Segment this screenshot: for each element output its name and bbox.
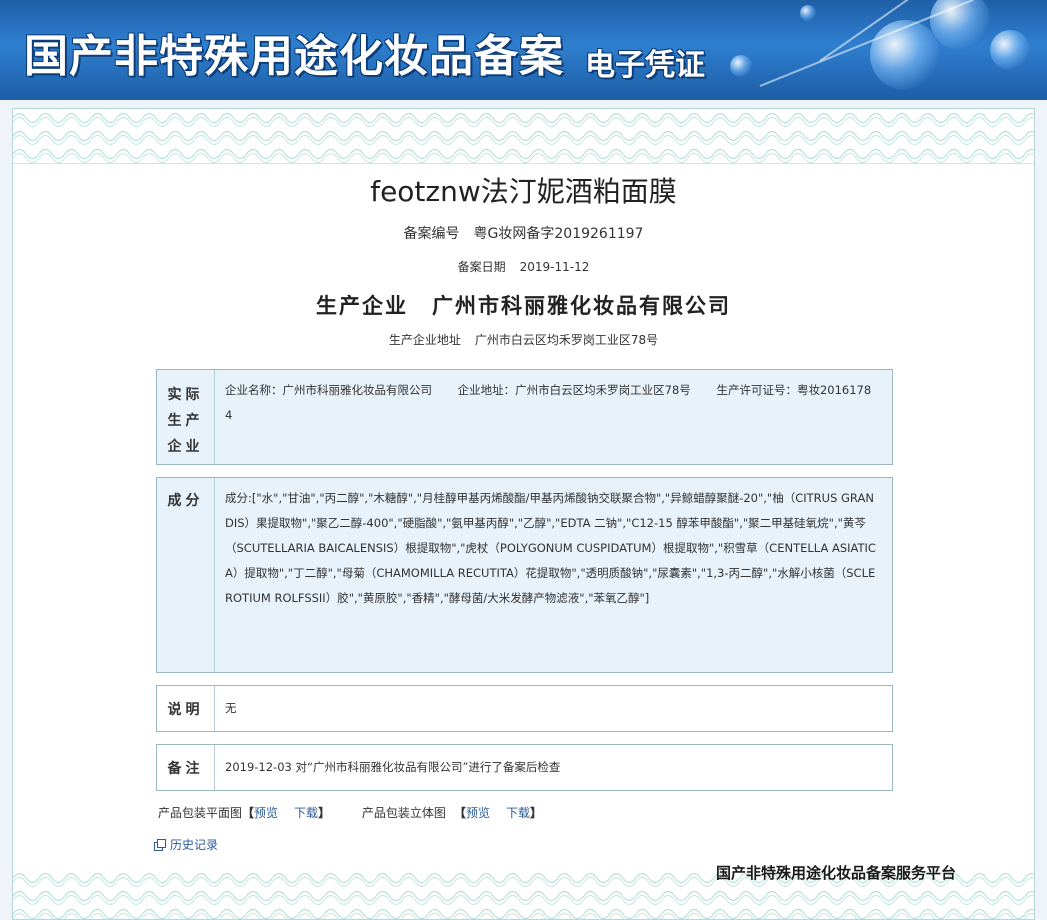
section-label: 说明: [157, 686, 215, 731]
manufacturer-name: 企业名称：广州市科丽雅化妆品有限公司: [225, 383, 432, 397]
producer-address-label: 生产企业地址: [388, 333, 461, 347]
history-link-label: 历史记录: [170, 838, 219, 852]
manufacturer-address: 企业地址：广州市白云区均禾罗岗工业区78号: [457, 383, 691, 397]
actual-manufacturer-section: 实际 生产 企业 企业名称：广州市科丽雅化妆品有限公司 企业地址：广州市白云区均…: [156, 369, 893, 465]
solid-package-label: 产品包装立体图: [361, 806, 446, 820]
decorative-bubble: [930, 0, 990, 50]
record-number-label: 备案编号: [403, 226, 460, 242]
section-label: 实际 生产 企业: [157, 370, 215, 464]
solid-package-group: 产品包装立体图 【预览 下载】: [361, 806, 542, 820]
section-label: 备注: [157, 745, 215, 790]
description-text: 无: [225, 701, 237, 715]
product-name: feotznw法汀妮酒粕面膜: [370, 175, 677, 208]
flat-package-download-link[interactable]: 下载: [294, 806, 318, 820]
decorative-bubble: [870, 20, 940, 90]
producer-line: 生产企业 广州市科丽雅化妆品有限公司: [12, 290, 1035, 320]
banner-title: 国产非特殊用途化妆品备案: [24, 31, 564, 82]
producer-address-value: 广州市白云区均禾罗岗工业区78号: [474, 333, 659, 347]
remarks-text: 2019-12-03 对“广州市科丽雅化妆品有限公司”进行了备案后检查: [225, 760, 561, 774]
producer-value: 广州市科丽雅化妆品有限公司: [432, 293, 731, 318]
section-label: 成分: [157, 478, 215, 672]
history-link[interactable]: 历史记录: [154, 836, 218, 853]
ingredients-section: 成分 成分:["水","甘油","丙二醇","木糖醇","月桂醇甲基丙烯酸酯/甲…: [156, 477, 893, 673]
banner-subtitle: 电子凭证: [585, 48, 705, 83]
remarks-section: 备注 2019-12-03 对“广州市科丽雅化妆品有限公司”进行了备案后检查: [156, 744, 893, 791]
manufacturer-details: 企业名称：广州市科丽雅化妆品有限公司 企业地址：广州市白云区均禾罗岗工业区78号…: [215, 370, 892, 464]
record-number-value: 粤G妆网备字2019261197: [473, 226, 644, 242]
flat-package-preview-link[interactable]: 预览: [254, 806, 278, 820]
description-section: 说明 无: [156, 685, 893, 732]
header-banner: 国产非特殊用途化妆品备案 电子凭证: [0, 0, 1047, 100]
decorative-bubble: [990, 30, 1030, 70]
record-date-value: 2019-11-12: [519, 260, 590, 274]
solid-package-download-link[interactable]: 下载: [506, 806, 530, 820]
platform-name: 国产非特殊用途化妆品备案服务平台: [716, 864, 957, 882]
record-number-line: 备案编号 粤G妆网备字2019261197: [12, 223, 1035, 243]
decorative-bubble: [800, 5, 816, 21]
producer-label: 生产企业: [316, 293, 408, 318]
ingredients-text: 成分:["水","甘油","丙二醇","木糖醇","月桂醇甲基丙烯酸酯/甲基丙烯…: [225, 491, 876, 605]
record-date-line: 备案日期 2019-11-12: [12, 258, 1035, 275]
decorative-bubble: [730, 55, 752, 77]
package-image-links: 产品包装平面图【预览 下载】 产品包装立体图 【预览 下载】: [158, 804, 570, 821]
flat-package-group: 产品包装平面图【预览 下载】: [158, 806, 331, 820]
solid-package-preview-link[interactable]: 预览: [466, 806, 490, 820]
external-window-icon: [154, 838, 166, 851]
decorative-wave-pattern: [13, 109, 1034, 163]
producer-address-line: 生产企业地址 广州市白云区均禾罗岗工业区78号: [12, 331, 1035, 348]
wave-divider: [13, 163, 1034, 164]
record-date-label: 备案日期: [457, 260, 506, 274]
flat-package-label: 产品包装平面图: [158, 806, 243, 820]
